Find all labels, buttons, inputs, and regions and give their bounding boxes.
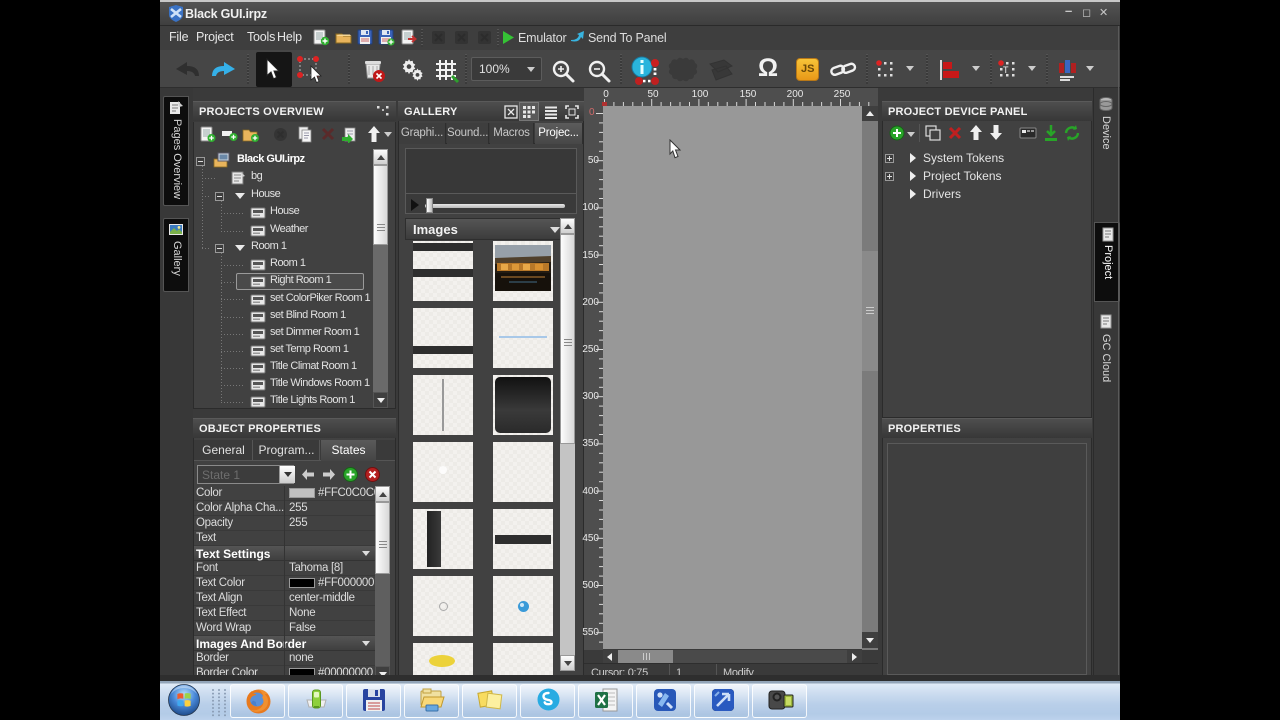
svg-text:T: T: [1003, 65, 1009, 75]
